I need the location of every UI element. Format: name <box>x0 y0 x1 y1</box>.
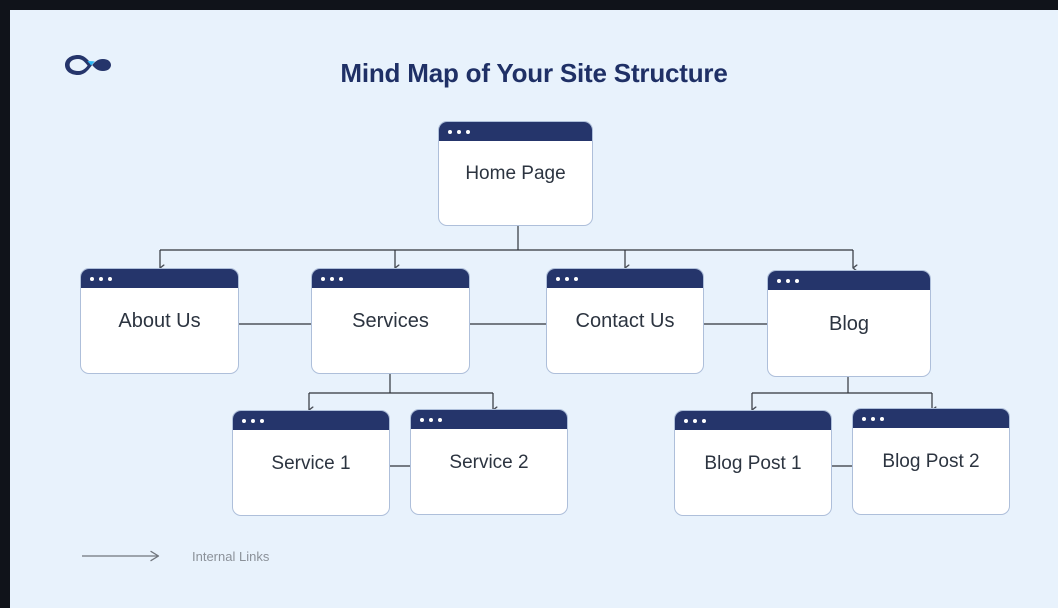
node-service-2[interactable]: Service 2 <box>410 409 568 515</box>
dot-icon <box>251 418 255 423</box>
dot-icon <box>693 418 697 423</box>
node-blog-post-1[interactable]: Blog Post 1 <box>674 410 832 516</box>
dot-icon <box>438 417 442 422</box>
node-home[interactable]: Home Page <box>438 121 593 226</box>
node-label: Blog <box>828 312 870 335</box>
dot-icon <box>420 417 424 422</box>
node-label: Blog Post 2 <box>882 451 980 472</box>
dot-icon <box>795 278 799 283</box>
dot-icon <box>466 129 470 134</box>
dot-icon <box>777 278 781 283</box>
dot-icon <box>90 276 94 281</box>
page-title: Mind Map of Your Site Structure <box>340 58 728 88</box>
window-titlebar <box>675 411 831 430</box>
legend-label: Internal Links <box>192 548 270 564</box>
dot-icon <box>457 129 461 134</box>
dot-icon <box>786 278 790 283</box>
window-titlebar <box>547 269 703 288</box>
dot-icon <box>99 276 103 281</box>
dot-icon <box>556 276 560 281</box>
node-label: Service 1 <box>271 452 351 474</box>
window-titlebar <box>411 410 567 429</box>
dot-icon <box>565 276 569 281</box>
node-label: Home Page <box>465 163 566 184</box>
dot-icon <box>321 276 325 281</box>
dot-icon <box>429 417 433 422</box>
dot-icon <box>448 129 452 134</box>
mindmap-canvas: Mind Map of Your Site Structure Home Pag… <box>10 10 1058 608</box>
dot-icon <box>702 418 706 423</box>
dot-icon <box>880 416 884 421</box>
dot-icon <box>242 418 246 423</box>
dot-icon <box>574 276 578 281</box>
window-titlebar <box>81 269 238 288</box>
node-label: Service 2 <box>449 451 529 473</box>
dot-icon <box>684 418 688 423</box>
image-frame: Mind Map of Your Site Structure Home Pag… <box>0 0 1058 608</box>
node-contact-us[interactable]: Contact Us <box>546 268 704 374</box>
node-blog-post-2[interactable]: Blog Post 2 <box>852 408 1010 515</box>
legend: Internal Links <box>80 548 269 564</box>
node-label: About Us <box>118 310 201 332</box>
dot-icon <box>339 276 343 281</box>
dot-icon <box>330 276 334 281</box>
node-about-us[interactable]: About Us <box>80 268 239 374</box>
node-label: Blog Post 1 <box>704 452 802 474</box>
dot-icon <box>108 276 112 281</box>
node-service-1[interactable]: Service 1 <box>232 410 390 516</box>
dot-icon <box>260 418 264 423</box>
dot-icon <box>871 416 875 421</box>
node-blog[interactable]: Blog <box>767 270 931 377</box>
internal-links-arrow <box>82 550 160 562</box>
node-label: Services <box>352 310 429 332</box>
window-titlebar <box>853 409 1009 428</box>
node-label: Contact Us <box>575 310 675 332</box>
window-titlebar <box>312 269 469 288</box>
dot-icon <box>862 416 866 421</box>
node-services[interactable]: Services <box>311 268 470 374</box>
window-titlebar <box>768 271 930 290</box>
window-titlebar <box>439 122 592 141</box>
window-titlebar <box>233 411 389 430</box>
